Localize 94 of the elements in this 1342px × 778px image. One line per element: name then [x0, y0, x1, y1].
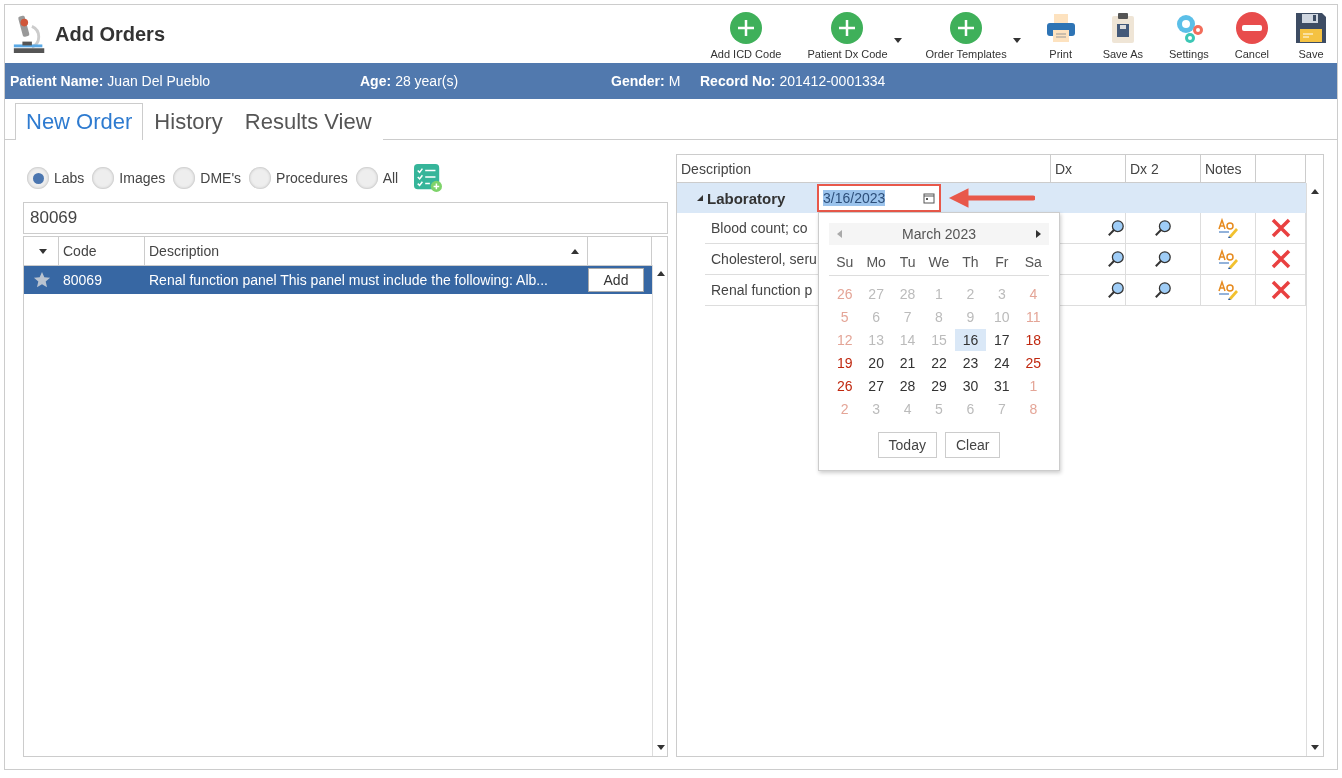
window-title: Add Orders	[55, 22, 166, 46]
column-header[interactable]: Dx 2	[1126, 155, 1201, 182]
printer-icon	[1044, 12, 1077, 44]
delete-icon[interactable]	[1270, 249, 1291, 269]
toolbar-button[interactable]: Cancel	[1228, 12, 1275, 60]
calendar-day[interactable]: 28	[891, 374, 924, 397]
search-icon[interactable]	[1107, 250, 1125, 268]
toolbar-button[interactable]: Print	[1038, 12, 1083, 60]
notes-icon[interactable]	[1217, 217, 1239, 239]
search-icon[interactable]	[1107, 219, 1125, 237]
table-cell-text: Renal function panel This panel must include the following: Alb...	[148, 272, 549, 288]
radio-button[interactable]: DME's	[173, 167, 242, 189]
plus-icon	[950, 12, 983, 44]
calendar-button[interactable]: Clear	[944, 432, 1001, 458]
delete-icon[interactable]	[1270, 280, 1291, 300]
weekday-label: Sa	[1023, 254, 1043, 270]
toolbar-button[interactable]: Save	[1289, 12, 1333, 60]
add-button[interactable]: Add	[588, 268, 644, 292]
table-cell-text: Cholesterol, seru	[710, 250, 817, 269]
column-header[interactable]: Dx	[1051, 155, 1126, 182]
notes-icon[interactable]	[1217, 248, 1239, 270]
tab[interactable]: New Order	[15, 103, 144, 140]
search-icon[interactable]	[1154, 219, 1172, 237]
toolbar-button[interactable]: Order Templates	[919, 12, 1025, 60]
patient-field-label: Gender:	[611, 73, 665, 89]
calendar-day[interactable]: 20	[860, 351, 892, 374]
date-field[interactable]: 3/16/2023	[817, 184, 941, 212]
star-icon[interactable]	[32, 271, 51, 289]
calendar-day[interactable]: 17	[986, 328, 1018, 351]
search-field[interactable]: 80069	[23, 202, 668, 234]
no-entry-icon	[1235, 12, 1268, 44]
search-icon[interactable]	[1107, 281, 1125, 299]
calendar-day[interactable]: 27	[860, 374, 892, 397]
patient-field-value: Juan Del Pueblo	[107, 73, 211, 89]
calendar-day[interactable]: 22	[923, 351, 955, 374]
table-row[interactable]: 80069 Renal function panel This panel must include the following: Alb... Add	[24, 266, 652, 294]
calendar-day[interactable]: 18	[1017, 328, 1049, 351]
radio-button[interactable]: Labs	[27, 167, 85, 189]
arrow-icon	[947, 186, 1035, 210]
group-row[interactable]: Laboratory 3/16/2023	[677, 183, 1306, 213]
search-icon[interactable]	[1154, 281, 1172, 299]
scroll-up-icon[interactable]	[657, 271, 665, 276]
calendar-day[interactable]: 23	[954, 351, 987, 374]
toolbar-button[interactable]: Settings	[1163, 12, 1215, 60]
patient-field-value: 201412-0001334	[779, 73, 886, 89]
search-icon[interactable]	[1154, 250, 1172, 268]
toolbar-button[interactable]: Save As	[1096, 12, 1149, 60]
weekday-label: Th	[961, 254, 980, 270]
plus-icon	[729, 12, 762, 44]
calendar-day[interactable]: 26	[829, 374, 861, 397]
weekday-label: Fr	[994, 254, 1010, 270]
calendar-day[interactable]: 29	[923, 374, 955, 397]
calendar-day[interactable]: 30	[954, 374, 987, 397]
scroll-down-icon[interactable]	[657, 745, 665, 750]
column-header[interactable]: Description	[145, 237, 588, 265]
radio-button[interactable]: Images	[92, 167, 166, 189]
column-header[interactable]: Description	[677, 155, 1051, 182]
next-month-icon[interactable]	[1036, 230, 1041, 238]
patient-field-label: Patient Name:	[10, 73, 104, 89]
column-header[interactable]: Code	[59, 237, 145, 265]
calendar-day[interactable]: 19	[829, 351, 861, 374]
caret-icon	[1012, 38, 1021, 43]
calendar-button[interactable]: Today	[877, 432, 937, 458]
patient-field-value: M	[668, 73, 681, 89]
calendar-day[interactable]: 24	[986, 351, 1018, 374]
table-cell-text: Blood count; co	[710, 219, 809, 238]
toolbar-button[interactable]: Patient Dx Code	[801, 12, 906, 60]
scroll-up-icon[interactable]	[1311, 189, 1319, 194]
weekday-label: Su	[835, 254, 855, 270]
table-cell-text: 80069	[62, 272, 103, 288]
table-cell-text: Renal function p	[710, 281, 814, 300]
weekday-label: Mo	[865, 254, 887, 270]
delete-icon[interactable]	[1270, 218, 1291, 238]
radio-button[interactable]: Procedures	[249, 167, 348, 189]
calendar-day[interactable]: 16	[954, 328, 987, 351]
scroll-down-icon[interactable]	[1311, 745, 1319, 750]
calendar-icon[interactable]	[923, 192, 935, 204]
patient-field-label: Record No:	[700, 73, 776, 89]
calendar-day[interactable]: 31	[986, 374, 1018, 397]
sort-icon	[571, 248, 579, 254]
plus-icon	[831, 12, 864, 44]
weekday-label: We	[927, 254, 951, 270]
calendar-day[interactable]: 21	[891, 351, 924, 374]
caret-icon	[39, 248, 47, 254]
expand-icon[interactable]	[697, 195, 703, 201]
patient-field-label: Age:	[360, 73, 392, 89]
notes-icon[interactable]	[1217, 279, 1239, 301]
weekday-label: Tu	[898, 254, 917, 270]
checklist-add-icon[interactable]	[414, 164, 443, 192]
group-label: Laboratory	[707, 189, 786, 207]
calendar-day[interactable]: 25	[1017, 351, 1049, 374]
caret-icon	[893, 38, 902, 43]
toolbar-button[interactable]: Add ICD Code	[704, 12, 788, 60]
column-header[interactable]: Notes	[1201, 155, 1256, 182]
